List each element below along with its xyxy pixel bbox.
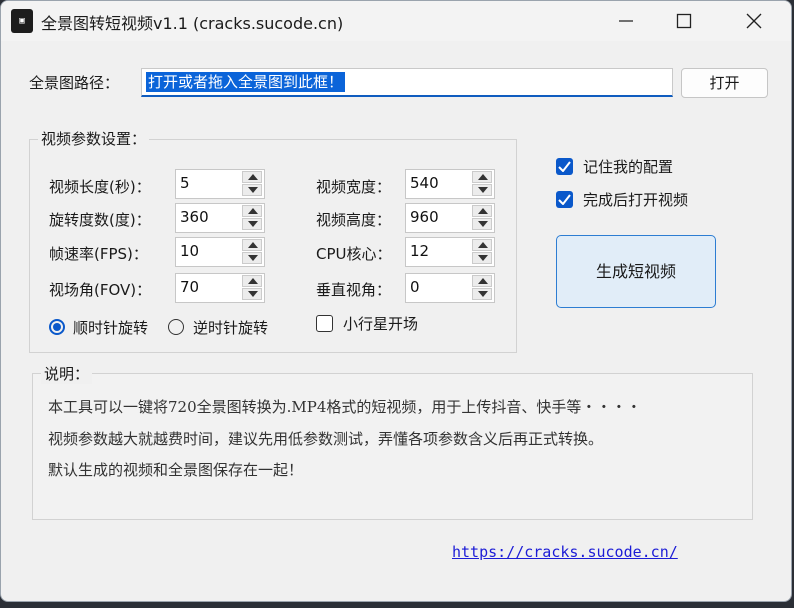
spin-down-button[interactable] [472, 184, 492, 196]
description-line: 默认生成的视频和全景图保存在一起！ [48, 461, 304, 479]
arrow-up-icon [248, 242, 258, 248]
open-after-label[interactable]: 完成后打开视频 [583, 189, 688, 210]
arrow-down-icon [478, 221, 488, 227]
open-button[interactable]: 打开 [681, 68, 768, 98]
duration-value: 5 [180, 174, 190, 192]
arrow-up-icon [478, 278, 488, 284]
arrow-up-icon [478, 208, 488, 214]
height-value: 960 [410, 208, 439, 226]
close-button[interactable] [731, 1, 777, 41]
spin-up-button[interactable] [242, 171, 262, 183]
arrow-down-icon [478, 291, 488, 297]
description-title: 说明： [41, 363, 93, 384]
field-label-vertical-angle: 垂直视角： [316, 281, 392, 299]
checkmark-icon [558, 161, 571, 172]
spin-down-button[interactable] [472, 252, 492, 264]
field-label-duration: 视频长度(秒)： [49, 178, 151, 196]
path-input[interactable]: 打开或者拖入全景图到此框！ [141, 68, 673, 97]
fps-value: 10 [180, 242, 200, 260]
rotation-spinbox[interactable]: 360 [175, 203, 265, 233]
width-spinbox[interactable]: 540 [405, 169, 495, 199]
arrow-down-icon [478, 187, 488, 193]
path-input-text: 打开或者拖入全景图到此框！ [146, 72, 346, 92]
checkmark-icon [558, 194, 571, 205]
height-spinbox[interactable]: 960 [405, 203, 495, 233]
rotation-value: 360 [180, 208, 209, 226]
maximize-icon [676, 13, 692, 29]
vertical-angle-spinbox[interactable]: 0 [405, 273, 495, 303]
open-after-checkbox[interactable] [556, 191, 573, 208]
website-link[interactable]: https://cracks.sucode.cn/ [452, 543, 678, 561]
spin-down-button[interactable] [242, 288, 262, 300]
minimize-button[interactable] [603, 1, 649, 41]
little-planet-label[interactable]: 小行星开场 [343, 313, 418, 334]
field-label-fov: 视场角(FOV)： [49, 281, 152, 299]
arrow-up-icon [478, 242, 488, 248]
arrow-down-icon [248, 187, 258, 193]
close-icon [746, 13, 762, 29]
radio-counterclockwise[interactable] [168, 319, 184, 335]
spin-up-button[interactable] [472, 205, 492, 217]
description-line: 视频参数越大就越费时间，建议先用低参数测试，弄懂各项参数含义后再正式转换。 [48, 430, 604, 448]
remember-config-checkbox[interactable] [556, 158, 573, 175]
app-logo-icon: ▣ [11, 9, 33, 33]
field-label-fps: 帧速率(FPS)： [49, 245, 148, 263]
spin-down-button[interactable] [242, 218, 262, 230]
arrow-down-icon [248, 221, 258, 227]
remember-config-label[interactable]: 记住我的配置 [583, 156, 673, 177]
arrow-up-icon [248, 208, 258, 214]
description-line: 本工具可以一键将720全景图转换为.MP4格式的短视频，用于上传抖音、快手等・・… [48, 398, 642, 416]
fps-spinbox[interactable]: 10 [175, 237, 265, 267]
radio-clockwise-label[interactable]: 顺时针旋转 [73, 317, 148, 338]
title-bar[interactable]: ▣ 全景图转短视频v1.1 (cracks.sucode.cn) [1, 1, 791, 41]
spin-down-button[interactable] [242, 184, 262, 196]
spin-down-button[interactable] [472, 218, 492, 230]
spin-up-button[interactable] [472, 239, 492, 251]
cpu-value: 12 [410, 242, 430, 260]
fov-spinbox[interactable]: 70 [175, 273, 265, 303]
window-title: 全景图转短视频v1.1 (cracks.sucode.cn) [41, 14, 344, 33]
field-label-height: 视频高度： [316, 211, 392, 229]
width-value: 540 [410, 174, 439, 192]
path-label: 全景图路径： [29, 74, 120, 92]
arrow-up-icon [478, 174, 488, 180]
spin-up-button[interactable] [242, 205, 262, 217]
vertical-angle-value: 0 [410, 278, 420, 296]
spin-up-button[interactable] [472, 275, 492, 287]
field-label-width: 视频宽度： [316, 178, 392, 196]
fov-value: 70 [180, 278, 200, 296]
spin-down-button[interactable] [242, 252, 262, 264]
generate-video-button[interactable]: 生成短视频 [556, 235, 716, 308]
spin-up-button[interactable] [242, 275, 262, 287]
arrow-down-icon [248, 291, 258, 297]
field-label-rotation: 旋转度数(度)： [49, 211, 151, 229]
arrow-down-icon [248, 255, 258, 261]
field-label-cpu: CPU核心： [316, 245, 392, 263]
minimize-icon [619, 20, 633, 22]
little-planet-checkbox[interactable] [316, 315, 333, 332]
spin-up-button[interactable] [242, 239, 262, 251]
maximize-button[interactable] [661, 1, 707, 41]
spin-up-button[interactable] [472, 171, 492, 183]
app-window: ▣ 全景图转短视频v1.1 (cracks.sucode.cn) 全景图路径： … [0, 0, 792, 602]
arrow-down-icon [478, 255, 488, 261]
spin-down-button[interactable] [472, 288, 492, 300]
arrow-up-icon [248, 174, 258, 180]
cpu-spinbox[interactable]: 12 [405, 237, 495, 267]
video-params-title: 视频参数设置： [38, 128, 150, 149]
radio-counterclockwise-label[interactable]: 逆时针旋转 [193, 317, 268, 338]
radio-clockwise[interactable] [49, 319, 65, 335]
duration-spinbox[interactable]: 5 [175, 169, 265, 199]
arrow-up-icon [248, 278, 258, 284]
